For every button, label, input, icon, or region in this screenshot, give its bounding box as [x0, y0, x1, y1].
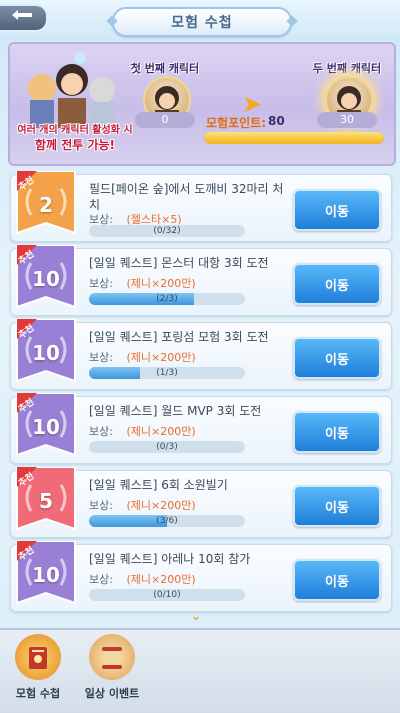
banner-caption-line1: 여러 개의 캐릭터 활성화 시 — [17, 125, 133, 136]
quest-title: [일일 퀘스트] 6회 소원빌기 — [89, 478, 228, 492]
quest-title: [일일 퀘스트] 월드 MVP 3회 도전 — [89, 404, 262, 418]
quest-progress-text: (3/6) — [156, 516, 178, 526]
reward-label: 보상: — [89, 499, 113, 512]
badge-level: 10 — [32, 341, 60, 365]
quest-progress-text: (1/3) — [156, 368, 178, 378]
tab-adventure-notebook[interactable]: 모험 수첩 — [2, 634, 74, 710]
quest-card: 추천 10 [일일 퀘스트] 몬스터 대항 3회 도전 보상: (제니×200만… — [10, 245, 392, 316]
quest-progress-text: (2/3) — [156, 294, 178, 304]
badge-level: 2 — [39, 193, 53, 217]
slot1-label: 첫 번째 캐릭터 — [130, 62, 200, 75]
banner-caption-line2: 함께 전투 가능! — [34, 138, 116, 152]
chevron-down-icon[interactable]: ⌄ — [190, 608, 202, 624]
go-button[interactable]: 이동 — [293, 559, 381, 601]
back-arrow-icon — [12, 10, 32, 20]
quest-card: 추천 5 [일일 퀘스트] 6회 소원빌기 보상: (제니×200만) (3/6… — [10, 467, 392, 538]
go-button[interactable]: 이동 — [293, 263, 381, 305]
slot1-value: 0 — [135, 112, 195, 128]
quest-reward: 보상: (제니×200만) — [89, 571, 196, 587]
quest-badge: 추천 10 — [15, 393, 77, 461]
go-button[interactable]: 이동 — [293, 411, 381, 453]
quest-title: [일일 퀘스트] 아레나 10회 참가 — [89, 552, 251, 566]
reward-value: (제니×200만) — [126, 499, 196, 512]
quest-card: 추천 10 [일일 퀘스트] 포링섬 모험 3회 도전 보상: (제니×200만… — [10, 319, 392, 390]
quest-badge: 추천 10 — [15, 319, 77, 387]
adventure-points-fill — [204, 132, 384, 144]
go-button[interactable]: 이동 — [293, 189, 381, 231]
badge-level: 10 — [32, 415, 60, 439]
badge-level: 10 — [32, 563, 60, 587]
quest-progress-bar: (2/3) — [89, 293, 245, 305]
go-button[interactable]: 이동 — [293, 337, 381, 379]
quest-reward: 보상: (제니×200만) — [89, 423, 196, 439]
quest-reward: 보상: (제니×200만) — [89, 497, 196, 513]
quest-list[interactable]: 추천 2 필드[페이온 숲]에서 도깨비 32마리 처치 보상: (젤스타×5)… — [0, 170, 400, 616]
back-button[interactable] — [0, 4, 48, 32]
tab-label: 모험 수첩 — [15, 687, 61, 700]
quest-progress-bar: (1/3) — [89, 367, 245, 379]
quest-badge: 추천 5 — [15, 467, 77, 535]
quest-badge: 추천 10 — [15, 541, 77, 609]
character-banner: 여러 개의 캐릭터 활성화 시 함께 전투 가능! 첫 번째 캐릭터 0 ➤ 두… — [8, 42, 396, 166]
banner-caption: 여러 개의 캐릭터 활성화 시 함께 전투 가능! — [16, 124, 134, 152]
quest-card: 추천 2 필드[페이온 숲]에서 도깨비 32마리 처치 보상: (젤스타×5)… — [10, 171, 392, 242]
book-icon — [15, 634, 61, 680]
page-title: 모험 수첩 — [112, 7, 292, 37]
slot2-label: 두 번째 캐릭터 — [312, 62, 382, 75]
quest-reward: 보상: (제니×200만) — [89, 275, 196, 291]
reward-label: 보상: — [89, 573, 113, 586]
tab-label: 일상 이벤트 — [84, 687, 140, 700]
badge-level: 5 — [39, 489, 53, 513]
adventure-points-label: 모험포인트: — [206, 116, 266, 130]
quest-progress-bar: (3/6) — [89, 515, 245, 527]
scroll-icon — [89, 634, 135, 680]
quest-progress-bar: (0/32) — [89, 225, 245, 237]
reward-value: (제니×200만) — [126, 573, 196, 586]
go-button[interactable]: 이동 — [293, 485, 381, 527]
reward-label: 보상: — [89, 351, 113, 364]
reward-value: (제니×200만) — [126, 425, 196, 438]
quest-progress-bar: (0/3) — [89, 441, 245, 453]
reward-label: 보상: — [89, 277, 113, 290]
quest-progress-text: (0/32) — [153, 226, 181, 236]
reward-label: 보상: — [89, 425, 113, 438]
quest-card: 추천 10 [일일 퀘스트] 아레나 10회 참가 보상: (제니×200만) … — [10, 541, 392, 612]
quest-progress-bar: (0/10) — [89, 589, 245, 601]
top-bar: 모험 수첩 — [0, 0, 400, 40]
quest-badge: 추천 2 — [15, 171, 77, 239]
quest-reward: 보상: (제니×200만) — [89, 349, 196, 365]
quest-title: [일일 퀘스트] 몬스터 대항 3회 도전 — [89, 256, 269, 270]
adventure-points-bar — [204, 132, 384, 144]
badge-level: 10 — [32, 267, 60, 291]
reward-value: (제니×200만) — [126, 277, 196, 290]
quest-card: 추천 10 [일일 퀘스트] 월드 MVP 3회 도전 보상: (제니×200만… — [10, 393, 392, 464]
quest-progress-text: (0/3) — [156, 442, 178, 452]
bottom-nav: 모험 수첩 일상 이벤트 — [0, 628, 400, 713]
adventure-points-value: 80 — [268, 114, 285, 128]
reward-value: (제니×200만) — [126, 351, 196, 364]
quest-badge: 추천 10 — [15, 245, 77, 313]
tab-daily-event[interactable]: 일상 이벤트 — [76, 634, 148, 710]
quest-title: 필드[페이온 숲]에서 도깨비 32마리 처치 — [89, 182, 284, 212]
quest-progress-text: (0/10) — [153, 590, 181, 600]
quest-title: [일일 퀘스트] 포링섬 모험 3회 도전 — [89, 330, 269, 344]
slot2-value: 30 — [317, 112, 377, 128]
